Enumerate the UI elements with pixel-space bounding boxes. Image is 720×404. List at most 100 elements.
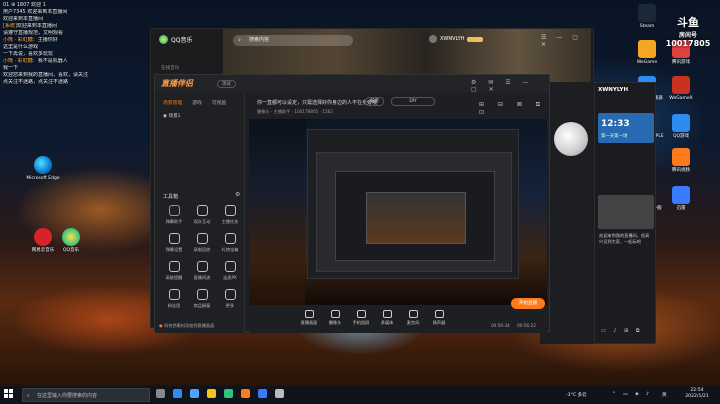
tool-icon	[168, 289, 180, 300]
desktop-icon-right-10[interactable]: 迅雷	[664, 186, 698, 212]
chat-message: 小熊 · 彩虹糖：我不是机器人	[3, 58, 68, 64]
taskbar-app-icon[interactable]	[224, 389, 233, 398]
tool-icon	[224, 205, 236, 216]
app-titlebar: 直播伴侣 测试 ⚙ ✉ ☰ — ▢ ✕	[155, 75, 549, 93]
tab-1[interactable]: 游戏	[192, 99, 202, 106]
toolbar-item-5[interactable]: 扬声器	[427, 310, 451, 326]
eye-icon: ◉	[163, 114, 168, 119]
qq-sidebar-item[interactable]: 在线音乐	[161, 65, 179, 71]
nested-screen-1	[307, 129, 519, 279]
windows-start-icon[interactable]	[4, 389, 14, 399]
weather-widget[interactable]: -3°C 多云	[566, 392, 587, 398]
tool-10[interactable]: 商品橱窗	[189, 289, 215, 309]
tool-9[interactable]: 粉丝团	[161, 289, 187, 309]
desktop-icon-right-0[interactable]: Steam	[630, 4, 664, 30]
app-sidebar: 场景管理 游戏 可视画 ◉ 场景1 工具箱 ⚙ 弹幕助手 观众互动 主播任务 弹幕设置 录制…	[155, 93, 245, 333]
bottom-toolbar: 直播画面 摄像头 手机投屏 多媒体 麦克风 扬声器	[249, 307, 547, 333]
chat-message: 欢迎您来到我的直播间，喜欢，请关注	[3, 72, 89, 78]
edge-icon	[34, 156, 52, 174]
qq-music-search-input[interactable]: ⌕ 搜索内容	[233, 35, 353, 46]
tool-icon	[196, 205, 208, 216]
app-icon	[672, 186, 690, 204]
app-window-controls[interactable]: ⚙ ✉ ☰ — ▢ ✕	[471, 79, 549, 93]
desktop-icon-qq-music[interactable]: QQ音乐	[54, 228, 88, 254]
toolbar-icon	[356, 310, 366, 318]
desktop-icon-right-4[interactable]: WeGameX	[664, 76, 698, 102]
tool-11[interactable]: 更多	[217, 289, 243, 309]
netease-music-icon	[34, 228, 52, 246]
taskbar-app-icon[interactable]	[275, 389, 284, 398]
toolbar-icon	[408, 310, 418, 318]
toolbar-icon	[330, 310, 340, 318]
taskbar-app-icon[interactable]	[190, 389, 199, 398]
search-icon: ⌕	[27, 393, 30, 399]
system-clock[interactable]: 22:54 2022/1/21	[678, 388, 716, 400]
tool-4[interactable]: 录制回放	[189, 233, 215, 253]
panel-controls[interactable]: ▭ ♪ ⊞ ⧉	[601, 328, 642, 334]
taskbar-app-icon[interactable]	[207, 389, 216, 398]
preview-controls[interactable]: ⊞ ⊟ ⊠ ⧉ ⊡	[479, 101, 549, 116]
tool-7[interactable]: 直播间流	[189, 261, 215, 281]
chip-diy[interactable]: DIY	[391, 97, 435, 106]
toolbar-icon	[304, 310, 314, 318]
taskbar-app-icon[interactable]	[241, 389, 250, 398]
tool-2[interactable]: 主播任务	[217, 205, 243, 225]
tool-3[interactable]: 弹幕设置	[161, 233, 187, 253]
toolbar-icon	[434, 310, 444, 318]
tool-icon	[168, 205, 180, 216]
desktop-icon-right-1[interactable]: WeGame	[630, 40, 664, 66]
toolbar-item-3[interactable]: 多媒体	[375, 310, 399, 326]
tab-0[interactable]: 场景管理	[163, 99, 182, 106]
tool-1[interactable]: 观众互动	[189, 205, 215, 225]
desktop-icon-right-8[interactable]: 腾讯视频	[664, 148, 698, 174]
taskbar-app-icon[interactable]	[258, 389, 267, 398]
tool-icon	[224, 261, 236, 272]
stream-companion-window[interactable]: 直播伴侣 测试 ⚙ ✉ ☰ — ▢ ✕ 场景管理 游戏 可视画 ◉ 场景1 工具箱 …	[154, 74, 550, 333]
douyu-watermark: 斗鱼 房间号 10017805	[665, 16, 711, 48]
taskbar-search-input[interactable]: ⌕ 在这里输入你要搜索的内容	[22, 388, 150, 402]
scene-item[interactable]: ◉ 场景1	[163, 113, 181, 119]
taskbar-app-icon[interactable]	[173, 389, 182, 398]
start-live-button[interactable]: 开始直播	[511, 298, 545, 309]
timers: 00:56:34 00:56:22	[491, 323, 536, 328]
tool-8[interactable]: 连麦PK	[217, 261, 243, 281]
source-row: 摄像头 · 主播助手 · 100178805 · 1562	[257, 109, 333, 114]
desktop-icon-right-6[interactable]: QQ游戏	[664, 114, 698, 140]
hint-bar[interactable]: ● 如何把素材添加到直播画面	[159, 323, 241, 329]
live-stats-panel: XWNYLYH 12:33 第一天第一场 欢迎来到我的直播间，很高兴见到大家，一…	[594, 82, 656, 344]
gear-icon[interactable]: ⚙	[235, 191, 240, 198]
tab-2[interactable]: 可视画	[212, 99, 226, 106]
qq-music-user[interactable]: XWNVLYH	[429, 35, 484, 43]
chat-message: 这里是什么游戏	[3, 44, 39, 50]
danmaku-chat-overlay: 01 ⊕ 1807 欢迎 1 用户7345 欢迎来到本直播间 欢迎来到本直播间 [系统…	[0, 0, 120, 150]
fire-icon: ●	[159, 323, 163, 328]
toolbar-item-2[interactable]: 手机投屏	[349, 310, 373, 326]
chat-message: 我一下	[3, 65, 19, 71]
chat-message: [系统]欢迎来到本直播间	[3, 23, 57, 29]
tool-5[interactable]: 礼物宝箱	[217, 233, 243, 253]
app-logo: 直播伴侣	[161, 79, 193, 88]
toolbar-item-4[interactable]: 麦克风	[401, 310, 425, 326]
taskbar-app-icon[interactable]	[156, 389, 165, 398]
qq-window-controls[interactable]: ☰ — ▢ ✕	[541, 34, 593, 48]
toolbar-item-1[interactable]: 摄像头	[323, 310, 347, 326]
tool-icon	[196, 261, 208, 272]
search-icon: ⌕	[238, 37, 241, 43]
chip-new[interactable]: 新增	[365, 97, 384, 106]
vip-badge	[467, 36, 484, 42]
toolbar-item-0[interactable]: 直播画面	[297, 310, 321, 326]
chat-message: 点关注不迷路，点关注不迷路	[3, 79, 69, 85]
qq-music-logo: QQ音乐	[159, 35, 192, 44]
tool-icon	[168, 261, 180, 272]
ime-indicator[interactable]: 英	[662, 392, 667, 398]
chat-message: 欢迎来到本直播间	[3, 16, 44, 22]
tool-0[interactable]: 弹幕助手	[161, 205, 187, 225]
tray-icons[interactable]: ⌃ ▭ ◈ ♪	[612, 392, 652, 397]
tool-6[interactable]: 高能提醒	[161, 261, 187, 281]
taskbar-apps	[156, 389, 284, 398]
desktop-icon-edge[interactable]: Microsoft Edge	[26, 156, 60, 182]
live-preview-canvas[interactable]	[249, 119, 547, 305]
avatar	[429, 35, 437, 43]
qq-music-logo-icon	[159, 35, 168, 44]
app-badge: 测试	[217, 80, 236, 88]
